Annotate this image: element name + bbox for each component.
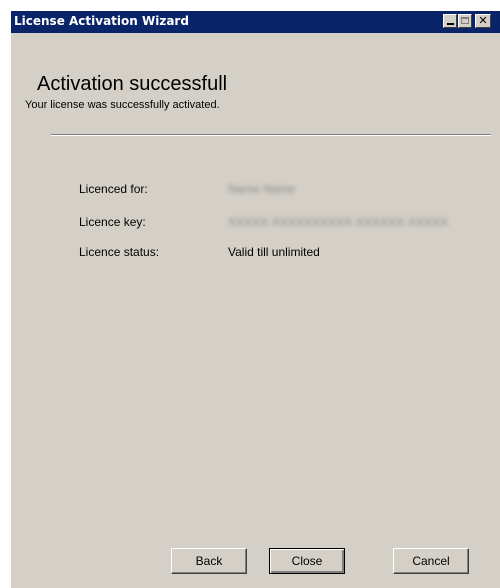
title-bar[interactable]: License Activation Wizard ✕ [11,11,500,33]
licenced-for-value: Name Name [228,182,296,196]
window-title: License Activation Wizard [14,14,189,28]
page-title: Activation successfull [37,73,228,95]
close-window-button[interactable]: ✕ [475,14,491,28]
maximize-icon [461,17,469,24]
wizard-content: Activation successfull Your license was … [11,33,500,588]
close-button[interactable]: Close [269,548,345,574]
licence-status-value: Valid till unlimited [228,245,320,259]
licence-key-label: Licence key: [79,215,146,229]
cancel-button[interactable]: Cancel [393,548,469,574]
close-icon: ✕ [478,14,488,27]
page-subtitle: Your license was successfully activated. [25,99,220,111]
licence-status-label: Licence status: [79,245,160,259]
header-separator [51,134,491,136]
back-button[interactable]: Back [171,548,247,574]
minimize-button[interactable] [443,14,457,28]
minimize-icon [447,23,454,25]
licenced-for-label: Licenced for: [79,182,148,196]
licence-key-value: XXXXX-XXXXXXXXXX-XXXXXX-XXXXX [228,215,449,229]
maximize-button[interactable] [458,14,472,28]
license-activation-window: License Activation Wizard ✕ Activation s… [10,10,500,588]
